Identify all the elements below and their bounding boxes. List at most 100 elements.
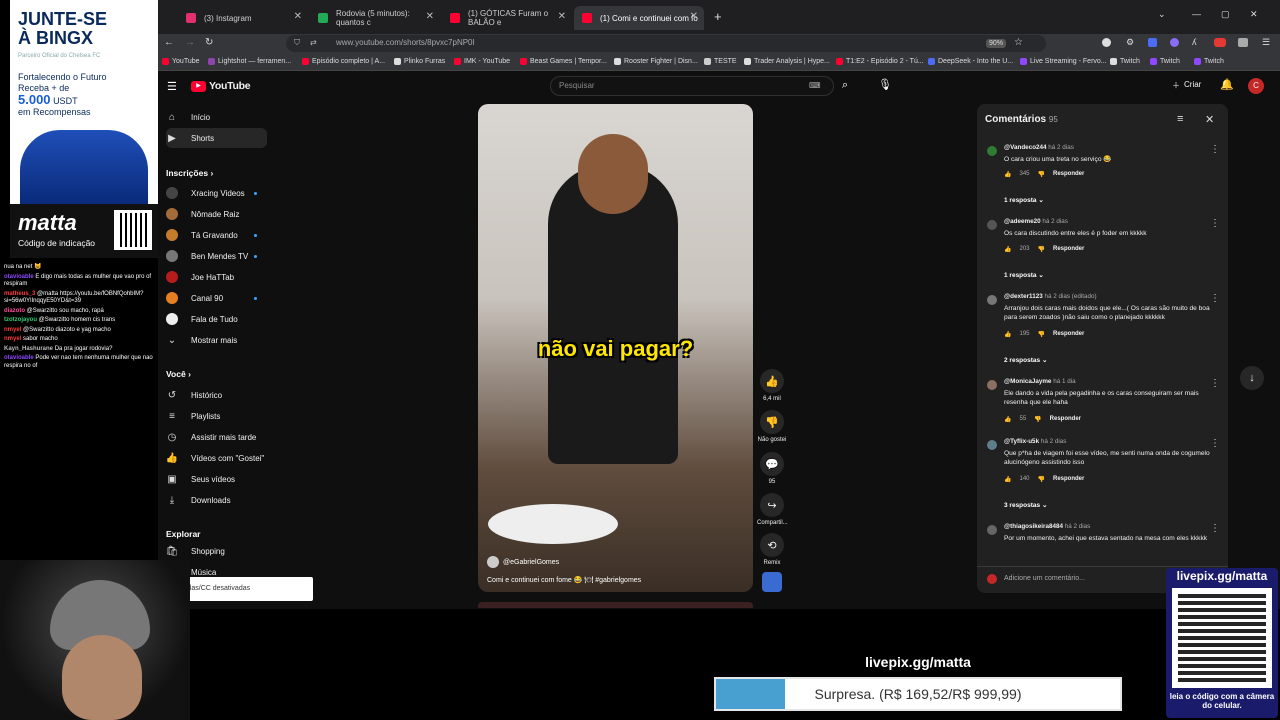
bookmark-item[interactable]: IMK - YouTube: [454, 58, 510, 65]
new-tab-button[interactable]: +: [714, 9, 722, 24]
reload-button[interactable]: ↻: [205, 37, 213, 48]
extension-icon[interactable]: [1170, 38, 1179, 47]
browser-tab-rodovia[interactable]: Rodovia (5 minutos): quantos c ✕: [310, 6, 440, 30]
search-icon[interactable]: ⌕: [842, 79, 848, 92]
comment-author[interactable]: @dexter1123 há 2 dias (editado): [1004, 293, 1097, 300]
more-options-icon[interactable]: ⋮: [1210, 438, 1220, 449]
close-icon[interactable]: ✕: [690, 11, 698, 22]
thumbs-down-icon[interactable]: 👎: [1034, 416, 1041, 423]
extension-icon[interactable]: ʎ: [1192, 37, 1197, 47]
keyboard-icon[interactable]: ⌨: [809, 81, 821, 90]
reply-button[interactable]: Responder: [1053, 331, 1084, 338]
search-box[interactable]: Pesquisar ⌨: [550, 76, 834, 96]
extension-icon[interactable]: [1148, 38, 1157, 47]
bookmark-item[interactable]: Plinko Furras: [394, 58, 445, 65]
sidebar-item-history[interactable]: ↺ Histórico: [166, 385, 266, 405]
bookmark-item[interactable]: TESTE: [704, 58, 737, 65]
thumbs-up-icon[interactable]: 👍: [1004, 476, 1011, 483]
more-options-icon[interactable]: ⋮: [1210, 218, 1220, 229]
comment-author[interactable]: @Tyflix-u5k há 2 dias: [1004, 438, 1066, 445]
next-video-preview[interactable]: [478, 602, 753, 608]
bookmark-item[interactable]: Episódio completo | A...: [302, 58, 385, 65]
thumbs-up-icon[interactable]: 👍: [1004, 171, 1011, 178]
thumbs-up-icon[interactable]: 👍: [1004, 331, 1011, 338]
create-button[interactable]: ＋ Criar: [1172, 80, 1201, 91]
reply-button[interactable]: Responder: [1053, 246, 1084, 253]
close-icon[interactable]: ✕: [1205, 113, 1214, 126]
thumbs-down-icon[interactable]: 👎: [1038, 171, 1045, 178]
sidebar-item-sub[interactable]: Fala de Tudo: [166, 309, 266, 329]
like-button[interactable]: 👍 6,4 mil: [757, 369, 787, 402]
add-comment-input[interactable]: Adicione um comentário...: [1004, 575, 1085, 582]
replies-toggle[interactable]: 2 respostas ⌄: [1004, 356, 1047, 364]
bookmark-star-icon[interactable]: ☆: [1014, 37, 1023, 48]
sidebar-item-sub[interactable]: Ben Mendes TV: [166, 246, 266, 266]
sidebar-item-liked[interactable]: 👍 Vídeos com "Gostei": [166, 448, 266, 468]
url-text[interactable]: www.youtube.com/shorts/8pvxc7pNP0I: [336, 38, 475, 47]
arrow-down-icon[interactable]: ↓: [1240, 366, 1264, 390]
sidebar-show-more[interactable]: ⌄ Mostrar mais: [166, 330, 266, 350]
sidebar-item-shorts[interactable]: ▶ Shorts: [166, 128, 267, 148]
remix-button[interactable]: ⟲ Remix: [757, 533, 787, 566]
menu-icon[interactable]: ☰: [1262, 37, 1270, 48]
microphone-icon[interactable]: 🎙: [878, 78, 892, 91]
thumbs-up-icon[interactable]: 👍: [1004, 416, 1011, 423]
zoom-level[interactable]: 90%: [986, 39, 1007, 48]
sidebar-item-sub[interactable]: Nômade Raiz: [166, 204, 266, 224]
sidebar-item-sub[interactable]: Canal 90: [166, 288, 266, 308]
reply-button[interactable]: Responder: [1050, 416, 1081, 423]
sound-thumbnail[interactable]: [762, 572, 782, 592]
forward-button[interactable]: →: [185, 37, 195, 48]
sidebar-item-sub[interactable]: Joe HaTTab: [166, 267, 266, 287]
bell-icon[interactable]: 🔔: [1220, 78, 1234, 91]
replies-toggle[interactable]: 1 resposta ⌄: [1004, 271, 1044, 279]
bookmark-item[interactable]: Twitch: [1110, 58, 1140, 65]
bookmark-item[interactable]: DeepSeek - Into the U...: [928, 58, 1013, 65]
sidebar-item-watch-later[interactable]: ◷ Assistir mais tarde: [166, 427, 266, 447]
tab-list-button[interactable]: ⌄: [1158, 9, 1166, 20]
thumbs-down-icon[interactable]: 👎: [1038, 246, 1045, 253]
more-options-icon[interactable]: ⋮: [1210, 523, 1220, 534]
more-options-icon[interactable]: ⋮: [1210, 293, 1220, 304]
comment-author[interactable]: @thiagosikeira8484 há 2 dias: [1004, 523, 1090, 530]
reply-button[interactable]: Responder: [1053, 171, 1084, 178]
browser-tab-active[interactable]: (1) Comi e continuei com fo ✕: [574, 6, 704, 30]
browser-tab-goticas[interactable]: (1) GÓTICAS Furam o BALÃO e ✕: [442, 6, 572, 30]
bookmark-item[interactable]: Trader Analysis | Hype...: [744, 58, 830, 65]
comments-button[interactable]: 💬 95: [757, 452, 787, 485]
bookmark-item[interactable]: Live Streaming - Fervo...: [1020, 58, 1107, 65]
sidebar-item-playlists[interactable]: ≡ Playlists: [166, 406, 266, 426]
sidebar-item-sub[interactable]: Tá Gravando: [166, 225, 266, 245]
sidebar-item-home[interactable]: ⌂ Início: [166, 107, 266, 127]
short-video-player[interactable]: não vai pagar? @eGabrielGomes Comi e con…: [478, 104, 753, 592]
close-icon[interactable]: ✕: [558, 11, 566, 22]
bookmark-item[interactable]: Rooster Fighter | Disn...: [614, 58, 698, 65]
close-icon[interactable]: ✕: [294, 11, 302, 22]
search-input[interactable]: Pesquisar: [559, 81, 595, 90]
thumbs-down-icon[interactable]: 👎: [1038, 331, 1045, 338]
comment-author[interactable]: @adeeme20 há 2 dias: [1004, 218, 1068, 225]
minimize-button[interactable]: —: [1192, 9, 1201, 19]
close-icon[interactable]: ✕: [426, 11, 434, 22]
sidebar-item-sub[interactable]: Xracing Videos: [166, 183, 266, 203]
bookmark-item[interactable]: YouTube: [162, 58, 200, 65]
bookmark-item[interactable]: Lightshot — ferramen...: [208, 58, 291, 65]
close-window-button[interactable]: ✕: [1250, 9, 1258, 20]
extension-icon[interactable]: ⚙: [1126, 37, 1134, 48]
browser-tab-instagram[interactable]: (3) Instagram ✕: [178, 6, 308, 30]
sidebar-item-your-videos[interactable]: ▣ Seus vídeos: [166, 469, 266, 489]
back-button[interactable]: ←: [164, 37, 174, 48]
more-options-icon[interactable]: ⋮: [1210, 378, 1220, 389]
sidebar-item-downloads[interactable]: ⤓ Downloads: [166, 490, 266, 510]
sidebar-item-shopping[interactable]: 🛍 Shopping: [166, 541, 266, 561]
comment-author[interactable]: @Vandeco244 há 2 dias: [1004, 144, 1074, 151]
bookmark-item[interactable]: Beast Games | Tempor...: [520, 58, 607, 65]
extension-icon[interactable]: [1214, 38, 1226, 47]
thumbs-up-icon[interactable]: 👍: [1004, 246, 1011, 253]
replies-toggle[interactable]: 1 resposta ⌄: [1004, 196, 1044, 204]
hamburger-menu-icon[interactable]: ☰: [167, 80, 177, 93]
bookmark-item[interactable]: Twitch: [1194, 58, 1224, 65]
extension-icon[interactable]: [1102, 38, 1111, 47]
avatar[interactable]: C: [1248, 78, 1264, 94]
youtube-logo[interactable]: ▶ YouTube: [191, 80, 251, 92]
